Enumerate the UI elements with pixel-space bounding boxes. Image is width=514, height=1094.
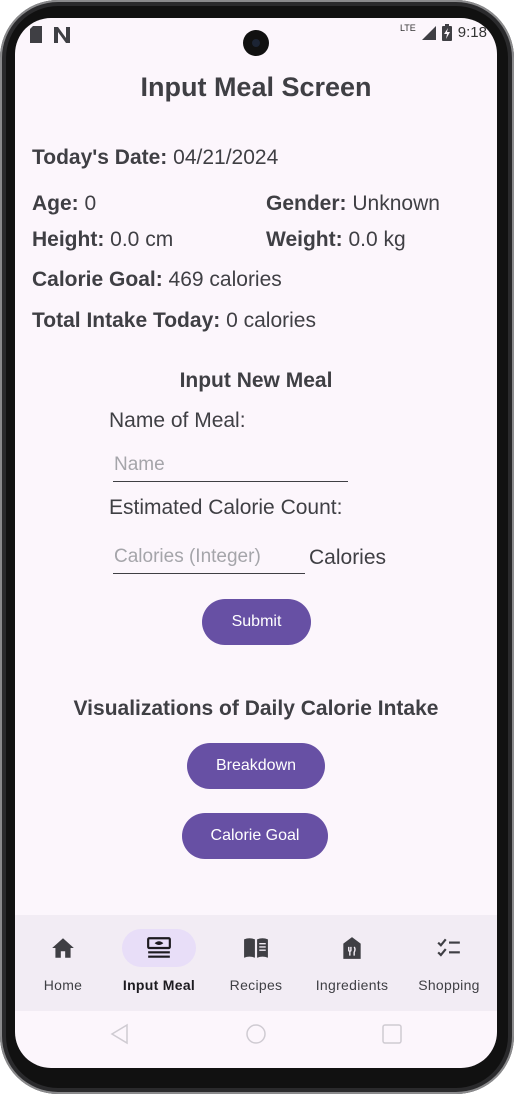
weight-row: Weight: 0.0 kg [266,228,406,252]
camera-cutout [243,30,269,56]
n-notification-icon [54,26,70,43]
nav-item-input-meal[interactable]: Input Meal [111,915,207,1011]
nav-label-input-meal: Input Meal [122,977,196,993]
meal-name-field[interactable] [113,448,348,482]
age-label: Age: [32,192,79,215]
calorie-count-label: Estimated Calorie Count: [109,496,343,519]
total-intake-label: Total Intake Today: [32,309,221,332]
date-row: Today's Date: 04/21/2024 [32,146,278,170]
book-icon [244,938,268,958]
gender-label: Gender: [266,192,347,215]
nav-label-shopping: Shopping [418,977,480,993]
breakdown-button[interactable]: Breakdown [187,743,325,789]
total-intake-value: 0 calories [226,309,316,332]
battery-icon [441,24,452,41]
nav-item-home[interactable]: Home [15,915,111,1011]
app-screen: LTE 9:18 Input Meal Screen Today's Date:… [15,18,497,1068]
calorie-unit-label: Calories [309,546,387,569]
date-label: Today's Date: [32,146,168,169]
meal-icon [147,937,171,958]
calorie-goal-value: 469 calories [168,268,282,291]
sd-card-icon [30,26,42,43]
meal-name-input[interactable] [113,448,348,481]
visualizations-heading: Visualizations of Daily Calorie Intake [73,697,439,720]
input-meal-heading: Input New Meal [179,369,333,392]
meal-name-label: Name of Meal: [109,409,246,432]
signal-icon [421,25,436,40]
calorie-goal-label: Calorie Goal: [32,268,163,291]
gender-row: Gender: Unknown [266,192,440,216]
nav-label-recipes: Recipes [229,977,283,993]
total-intake-row: Total Intake Today: 0 calories [32,309,316,333]
page-title: Input Meal Screen [140,72,372,102]
weight-value: 0.0 kg [348,228,406,251]
calorie-count-field[interactable] [113,540,305,574]
age-value: 0 [84,192,97,215]
system-navigation-bar [15,1011,497,1068]
calorie-count-input[interactable] [113,540,305,573]
clock: 9:18 [457,24,487,41]
status-bar: LTE 9:18 [15,18,497,56]
age-row: Age: 0 [32,192,96,216]
calorie-goal-button[interactable]: Calorie Goal [182,813,328,859]
nav-item-shopping[interactable]: Shopping [401,915,497,1011]
height-label: Height: [32,228,105,251]
back-icon[interactable] [109,1023,131,1045]
recents-icon[interactable] [381,1023,403,1045]
calorie-goal-row: Calorie Goal: 469 calories [32,268,282,292]
weight-label: Weight: [266,228,343,251]
home-circle-icon[interactable] [245,1023,267,1045]
nav-item-ingredients[interactable]: Ingredients [304,915,400,1011]
bottom-navigation: Home Input Meal Recipes Ingredients Shop… [15,915,497,1011]
submit-button[interactable]: Submit [202,599,311,645]
lte-label: LTE [399,22,416,33]
nav-label-ingredients: Ingredients [315,977,389,993]
date-value: 04/21/2024 [173,146,279,169]
checklist-icon [437,938,460,957]
status-left [29,26,71,43]
status-right: LTE 9:18 [399,22,487,41]
nav-item-recipes[interactable]: Recipes [208,915,304,1011]
height-row: Height: 0.0 cm [32,228,173,252]
gender-value: Unknown [352,192,440,215]
nav-label-home: Home [43,977,83,993]
home-icon [52,938,74,958]
height-value: 0.0 cm [110,228,174,251]
restaurant-icon [343,937,361,959]
